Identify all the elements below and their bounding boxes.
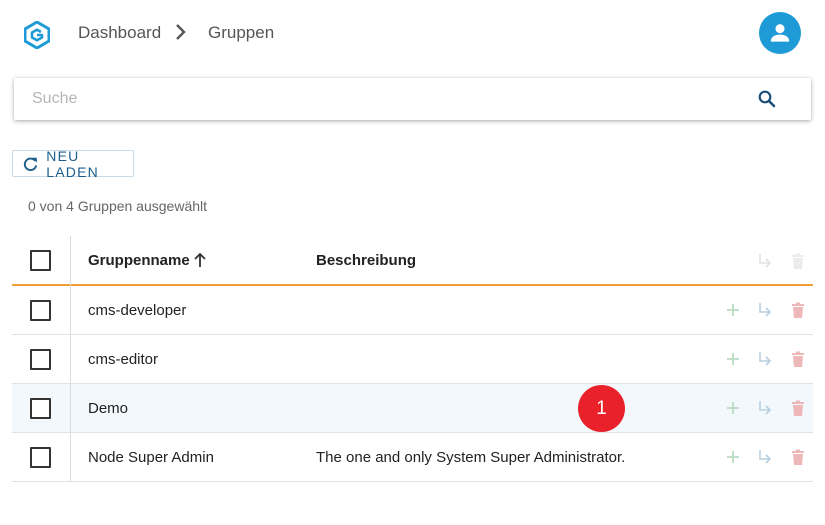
move-icon[interactable] <box>756 350 774 368</box>
table-row[interactable]: cms-developer <box>12 286 813 335</box>
plus-icon[interactable] <box>724 399 742 417</box>
plus-icon[interactable] <box>724 350 742 368</box>
table-row[interactable]: Node Super Admin The one and only System… <box>12 433 813 482</box>
column-divider <box>70 236 71 482</box>
user-icon <box>770 24 790 42</box>
row-checkbox[interactable] <box>30 349 51 370</box>
selection-count: 0 von 4 Gruppen ausgewählt <box>28 198 208 214</box>
row-checkbox[interactable] <box>30 398 51 419</box>
annotation-badge: 1 <box>578 385 625 432</box>
search-bar <box>14 78 811 120</box>
delete-icon[interactable] <box>789 448 807 466</box>
row-checkbox[interactable] <box>30 447 51 468</box>
group-name: cms-editor <box>88 351 159 368</box>
logo-icon <box>24 21 50 49</box>
groups-table: Gruppenname Beschreibung cms-developer c… <box>12 236 813 482</box>
table-row[interactable]: Demo <box>12 384 813 433</box>
delete-icon[interactable] <box>789 399 807 417</box>
group-name: Node Super Admin <box>88 449 214 466</box>
refresh-icon <box>23 157 38 171</box>
plus-icon[interactable] <box>724 448 742 466</box>
delete-icon[interactable] <box>789 350 807 368</box>
search-input[interactable] <box>32 78 732 120</box>
column-header-name[interactable]: Gruppenname <box>88 252 190 269</box>
move-icon[interactable] <box>756 252 774 270</box>
breadcrumb-dashboard[interactable]: Dashboard <box>78 23 161 43</box>
group-name: Demo <box>88 400 129 417</box>
select-all-checkbox[interactable] <box>30 250 51 271</box>
search-icon[interactable] <box>757 89 777 109</box>
table-header: Gruppenname Beschreibung <box>12 236 813 286</box>
move-icon[interactable] <box>756 399 774 417</box>
group-description: The one and only System Super Administra… <box>316 449 626 466</box>
plus-icon[interactable] <box>724 301 742 319</box>
group-name: cms-developer <box>88 302 187 319</box>
breadcrumb-gruppen: Gruppen <box>208 23 275 42</box>
column-header-description: Beschreibung <box>316 252 417 269</box>
chevron-right-icon <box>176 24 186 40</box>
reload-label: NEU LADEN <box>46 147 99 180</box>
delete-icon[interactable] <box>789 252 807 270</box>
sort-ascending-icon[interactable] <box>192 251 208 269</box>
user-avatar-button[interactable] <box>759 12 801 54</box>
row-checkbox[interactable] <box>30 300 51 321</box>
move-icon[interactable] <box>756 301 774 319</box>
move-icon[interactable] <box>756 448 774 466</box>
table-row[interactable]: cms-editor <box>12 335 813 384</box>
reload-button[interactable]: NEU LADEN <box>12 147 134 180</box>
delete-icon[interactable] <box>789 301 807 319</box>
